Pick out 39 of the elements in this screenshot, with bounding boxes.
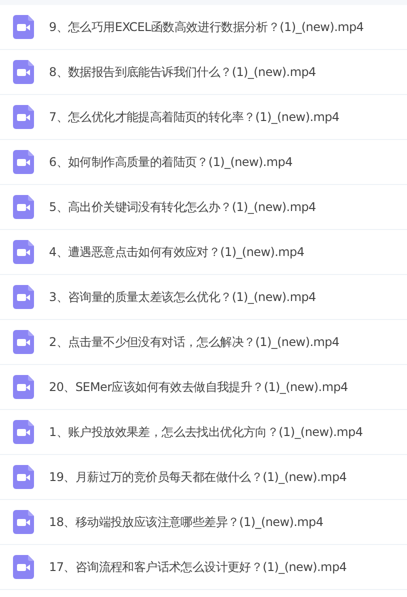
video-file-icon <box>13 555 34 579</box>
file-row[interactable]: 1、账户投放效果差，怎么去找出优化方向？(1)_(new).mp4 <box>0 410 407 455</box>
file-name: 9、怎么巧用EXCEL函数高效进行数据分析？(1)_(new).mp4 <box>49 19 364 36</box>
file-name: 6、如何制作高质量的着陆页？(1)_(new).mp4 <box>49 154 292 171</box>
file-name: 1、账户投放效果差，怎么去找出优化方向？(1)_(new).mp4 <box>49 424 363 441</box>
video-file-icon <box>13 15 34 39</box>
video-file-icon <box>13 465 34 489</box>
file-name: 3、咨询量的质量太差该怎么优化？(1)_(new).mp4 <box>49 289 316 306</box>
file-row[interactable]: 7、怎么优化才能提高着陆页的转化率？(1)_(new).mp4 <box>0 95 407 140</box>
file-name: 19、月薪过万的竞价员每天都在做什么？(1)_(new).mp4 <box>49 469 347 486</box>
file-row[interactable]: 2、点击量不少但没有对话，怎么解决？(1)_(new).mp4 <box>0 320 407 365</box>
video-file-icon <box>13 150 34 174</box>
file-row[interactable]: 3、咨询量的质量太差该怎么优化？(1)_(new).mp4 <box>0 275 407 320</box>
file-name: 5、高出价关键词没有转化怎么办？(1)_(new).mp4 <box>49 199 316 216</box>
video-file-icon <box>13 285 34 309</box>
video-file-icon <box>13 510 34 534</box>
file-name: 8、数据报告到底能告诉我们什么？(1)_(new).mp4 <box>49 64 316 81</box>
file-name: 7、怎么优化才能提高着陆页的转化率？(1)_(new).mp4 <box>49 109 340 126</box>
file-row[interactable]: 5、高出价关键词没有转化怎么办？(1)_(new).mp4 <box>0 185 407 230</box>
file-row[interactable]: 19、月薪过万的竞价员每天都在做什么？(1)_(new).mp4 <box>0 455 407 500</box>
file-row[interactable]: 6、如何制作高质量的着陆页？(1)_(new).mp4 <box>0 140 407 185</box>
file-name: 18、移动端投放应该注意哪些差异？(1)_(new).mp4 <box>49 514 324 531</box>
video-file-icon <box>13 375 34 399</box>
file-name: 4、遭遇恶意点击如何有效应对？(1)_(new).mp4 <box>49 244 304 261</box>
video-file-icon <box>13 330 34 354</box>
file-row[interactable]: 4、遭遇恶意点击如何有效应对？(1)_(new).mp4 <box>0 230 407 275</box>
file-row[interactable]: 20、SEMer应该如何有效去做自我提升？(1)_(new).mp4 <box>0 365 407 410</box>
video-file-icon <box>13 195 34 219</box>
file-name: 20、SEMer应该如何有效去做自我提升？(1)_(new).mp4 <box>49 379 348 396</box>
file-name: 2、点击量不少但没有对话，怎么解决？(1)_(new).mp4 <box>49 334 340 351</box>
file-row[interactable]: 8、数据报告到底能告诉我们什么？(1)_(new).mp4 <box>0 50 407 95</box>
video-file-icon <box>13 420 34 444</box>
file-row[interactable]: 9、怎么巧用EXCEL函数高效进行数据分析？(1)_(new).mp4 <box>0 5 407 50</box>
video-file-icon <box>13 240 34 264</box>
file-row[interactable]: 18、移动端投放应该注意哪些差异？(1)_(new).mp4 <box>0 500 407 545</box>
video-file-icon <box>13 60 34 84</box>
file-row[interactable]: 17、咨询流程和客户话术怎么设计更好？(1)_(new).mp4 <box>0 545 407 590</box>
file-name: 17、咨询流程和客户话术怎么设计更好？(1)_(new).mp4 <box>49 559 347 576</box>
video-file-icon <box>13 105 34 129</box>
